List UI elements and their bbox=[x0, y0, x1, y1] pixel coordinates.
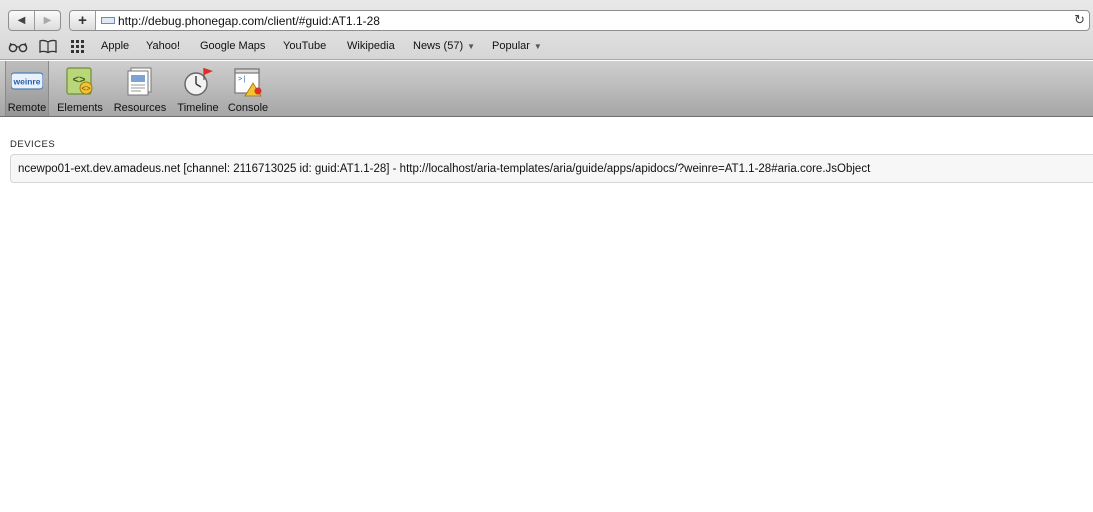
bookmarks-bar: Apple Yahoo! Google Maps YouTube Wikiped… bbox=[0, 37, 1093, 57]
top-sites-grid-icon[interactable] bbox=[70, 38, 86, 54]
bookmark-folder-popular-label: Popular bbox=[492, 40, 530, 52]
chevron-down-icon: ▼ bbox=[467, 42, 476, 51]
add-bookmark-button[interactable]: + bbox=[70, 11, 96, 30]
device-list-item[interactable]: ncewpo01-ext.dev.amadeus.net [channel: 2… bbox=[10, 154, 1093, 183]
forward-button[interactable]: ▶ bbox=[34, 11, 60, 30]
bookmark-apple[interactable]: Apple bbox=[101, 40, 129, 52]
tab-remote-label: Remote bbox=[7, 102, 47, 114]
page-favicon-icon bbox=[101, 17, 115, 24]
tab-timeline[interactable]: Timeline bbox=[176, 61, 220, 116]
resources-icon bbox=[127, 67, 152, 96]
bookmark-yahoo[interactable]: Yahoo! bbox=[146, 40, 180, 52]
tab-remote[interactable]: weinre Remote bbox=[5, 61, 49, 116]
url-input[interactable]: http://debug.phonegap.com/client/#guid:A… bbox=[118, 14, 380, 28]
tab-elements-label: Elements bbox=[57, 102, 103, 114]
tab-resources[interactable]: Resources bbox=[112, 61, 168, 116]
reload-icon[interactable]: ↻ bbox=[1074, 12, 1085, 28]
bookmark-folder-news[interactable]: News (57) ▼ bbox=[413, 40, 475, 52]
address-bar: + http://debug.phonegap.com/client/#guid… bbox=[69, 10, 1090, 31]
bookmark-folder-news-label: News (57) bbox=[413, 40, 464, 52]
back-arrow-icon: ◀ bbox=[17, 15, 26, 26]
svg-text:>|: >| bbox=[238, 76, 246, 84]
console-icon: >| bbox=[234, 68, 262, 97]
bookmark-wikipedia[interactable]: Wikipedia bbox=[347, 40, 395, 52]
svg-text:<>: <> bbox=[81, 84, 91, 93]
reading-list-glasses-icon[interactable] bbox=[8, 38, 29, 54]
nav-buttons: ◀ ▶ bbox=[8, 10, 61, 31]
tab-elements[interactable]: <> <> Elements bbox=[56, 61, 104, 116]
tab-timeline-label: Timeline bbox=[177, 102, 219, 114]
bookmark-youtube[interactable]: YouTube bbox=[283, 40, 326, 52]
bookmark-google-maps[interactable]: Google Maps bbox=[200, 40, 265, 52]
plus-icon: + bbox=[78, 12, 87, 29]
bookmark-folder-popular[interactable]: Popular ▼ bbox=[492, 40, 542, 52]
back-button[interactable]: ◀ bbox=[9, 11, 34, 30]
tab-console[interactable]: >| Console bbox=[226, 61, 270, 116]
chevron-down-icon: ▼ bbox=[533, 42, 542, 51]
tab-console-label: Console bbox=[227, 102, 269, 114]
weinre-logo-icon: weinre bbox=[11, 72, 43, 90]
elements-icon: <> <> bbox=[66, 67, 93, 95]
timeline-icon bbox=[184, 68, 213, 96]
forward-arrow-icon: ▶ bbox=[43, 15, 52, 26]
weinre-toolbar: weinre Remote <> <> Elements Resources T… bbox=[0, 61, 1093, 117]
weinre-logo-text: weinre bbox=[13, 77, 41, 87]
device-description: ncewpo01-ext.dev.amadeus.net [channel: 2… bbox=[18, 163, 871, 175]
devices-heading: DEVICES bbox=[10, 139, 56, 150]
bookmarks-book-icon[interactable] bbox=[39, 38, 57, 54]
tab-resources-label: Resources bbox=[113, 102, 167, 114]
browser-chrome: ◀ ▶ + http://debug.phonegap.com/client/#… bbox=[0, 0, 1093, 60]
